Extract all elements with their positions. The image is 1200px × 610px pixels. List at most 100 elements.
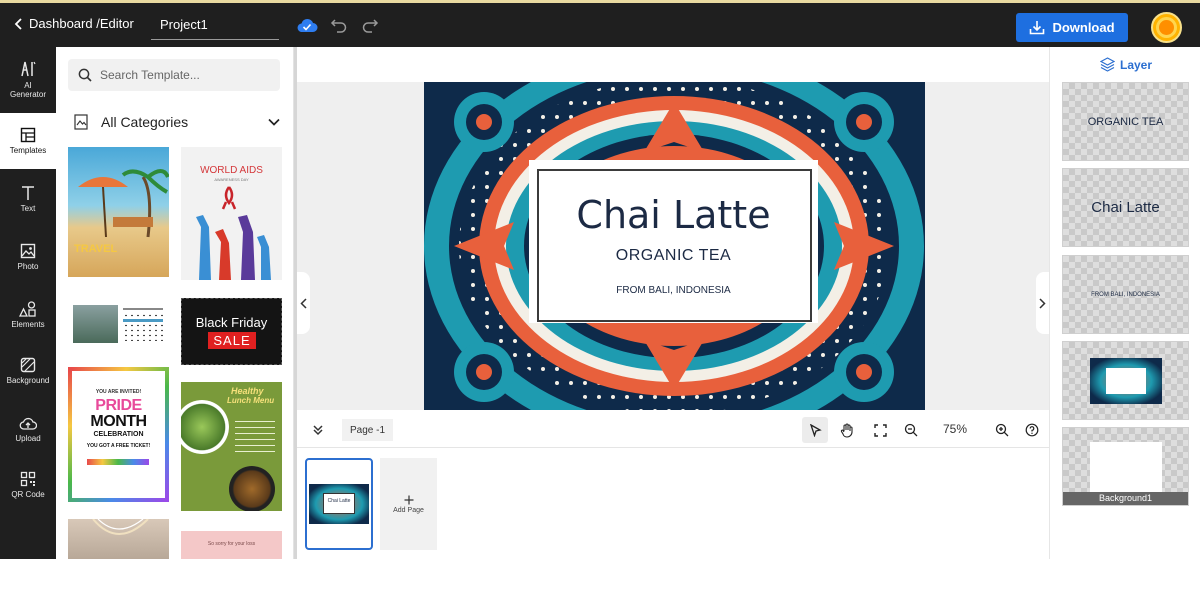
layer-pattern-preview xyxy=(1089,357,1162,404)
page-thumbnail-title: Chai Latte xyxy=(323,493,355,514)
layer-chai-latte[interactable]: Chai Latte xyxy=(1062,168,1189,247)
layer-from-bali[interactable]: FROM BALI, INDONESIA xyxy=(1062,255,1189,334)
undo-icon[interactable] xyxy=(330,17,348,38)
layer-pattern-image[interactable] xyxy=(1062,341,1189,420)
template-black-friday[interactable]: Black Friday SALE xyxy=(181,298,282,365)
layers-header: Layer xyxy=(1120,57,1153,72)
category-dropdown[interactable]: All Categories xyxy=(74,111,280,133)
design-title[interactable]: Chai Latte xyxy=(529,193,818,237)
ai-generator-icon xyxy=(21,61,36,76)
template-title: So sorry for your loss xyxy=(207,541,256,547)
back-to-dashboard-link[interactable]: Dashboard /Editor xyxy=(14,16,134,31)
canvas-toolbar: Page -1 75% xyxy=(297,410,1049,448)
layer-label: Chai Latte xyxy=(1091,199,1160,216)
page-indicator[interactable]: Page -1 xyxy=(342,419,394,441)
design-subtitle[interactable]: ORGANIC TEA xyxy=(529,247,818,265)
nav-label: Elements xyxy=(11,320,45,329)
design-label-box[interactable]: Chai Latte ORGANIC TEA FROM BALI, INDONE… xyxy=(529,160,818,323)
elements-icon xyxy=(19,301,36,317)
collapse-pages-button[interactable] xyxy=(305,417,331,443)
download-button[interactable]: Download xyxy=(1016,13,1128,42)
page-footer-area xyxy=(0,559,1200,610)
chevron-left-icon xyxy=(14,17,22,30)
calendar-photo xyxy=(73,305,118,343)
zoom-in-icon xyxy=(995,423,1009,437)
template-search[interactable] xyxy=(68,59,280,91)
template-search-input[interactable] xyxy=(100,68,270,82)
cloud-saved-icon[interactable] xyxy=(296,17,318,38)
nav-label: Generator xyxy=(9,89,47,99)
calendar-highlight xyxy=(123,319,163,322)
hand-icon xyxy=(840,422,853,438)
chevron-down-icon xyxy=(268,118,280,126)
page-thumbnail-preview: Chai Latte xyxy=(309,484,369,524)
layer-background-preview xyxy=(1090,442,1162,492)
template-lunch-menu[interactable]: Healthy Lunch Menu xyxy=(181,382,282,511)
nav-photo[interactable]: Photo xyxy=(0,229,56,285)
hands-illustration xyxy=(196,186,271,280)
user-avatar[interactable] xyxy=(1151,12,1182,43)
menu-lines xyxy=(235,416,275,456)
canvas-top-strip xyxy=(297,47,1049,82)
layer-label: Background1 xyxy=(1063,492,1188,505)
category-label: All Categories xyxy=(101,114,189,130)
nav-background[interactable]: Background xyxy=(0,343,56,399)
layers-icon xyxy=(1100,57,1115,72)
search-icon xyxy=(78,68,92,82)
template-line: YOU GOT A FREE TICKET! xyxy=(86,443,151,449)
travel-illustration xyxy=(78,169,169,238)
chevron-left-icon xyxy=(300,297,307,309)
qr-code-icon xyxy=(20,471,36,487)
layers-panel: Layer ORGANIC TEA Chai Latte FROM BALI, … xyxy=(1049,47,1200,559)
template-title: Healthy xyxy=(231,386,264,396)
background-icon xyxy=(20,357,36,373)
design-artboard[interactable]: Chai Latte ORGANIC TEA FROM BALI, INDONE… xyxy=(424,82,925,410)
text-icon xyxy=(22,186,34,200)
collapse-right-panel-button[interactable] xyxy=(1036,272,1049,334)
template-jewelry[interactable] xyxy=(68,519,169,559)
nav-qr-code[interactable]: QR Code xyxy=(0,457,56,513)
nav-label: Text xyxy=(20,204,36,213)
template-title: TRAVEL xyxy=(74,243,118,255)
page-thumbnail[interactable]: Chai Latte xyxy=(305,458,373,550)
layers-tab[interactable]: Layer xyxy=(1100,57,1152,72)
template-line: MONTH xyxy=(90,413,147,430)
food-plate xyxy=(229,466,275,511)
layer-organic-tea[interactable]: ORGANIC TEA xyxy=(1062,82,1189,161)
template-world-aids[interactable]: WORLD AIDS AWARENESS DAY xyxy=(181,147,282,280)
nav-label: QR Code xyxy=(11,490,45,499)
nav-templates[interactable]: Templates xyxy=(0,113,56,169)
top-bar: Dashboard /Editor Project1 Download xyxy=(0,0,1200,47)
download-label: Download xyxy=(1052,20,1115,35)
template-line: CELEBRATION xyxy=(93,431,144,438)
nav-text[interactable]: Text xyxy=(0,171,56,227)
zoom-out-button[interactable] xyxy=(898,417,924,443)
plus-icon xyxy=(404,495,413,504)
template-calendar[interactable] xyxy=(68,293,169,353)
rainbow-bar xyxy=(87,459,149,465)
nav-label: AI xyxy=(24,80,32,90)
cursor-icon xyxy=(809,423,822,437)
layer-background[interactable]: Background1 xyxy=(1062,427,1189,506)
template-pride[interactable]: YOU ARE INVITED! PRIDE MONTH CELEBRATION… xyxy=(68,367,169,502)
nav-upload[interactable]: Upload xyxy=(0,401,56,457)
redo-icon[interactable] xyxy=(361,17,379,38)
fit-screen-button[interactable] xyxy=(867,417,893,443)
nav-ai-generator[interactable]: AI Generator xyxy=(0,51,56,107)
project-name-input[interactable]: Project1 xyxy=(151,12,279,40)
layer-pattern-box xyxy=(1105,367,1146,394)
hand-tool-button[interactable] xyxy=(834,417,860,443)
design-origin[interactable]: FROM BALI, INDONESIA xyxy=(529,285,818,296)
template-travel[interactable]: TRAVEL xyxy=(68,147,169,277)
template-condolence[interactable]: So sorry for your loss xyxy=(181,531,282,559)
nav-elements[interactable]: Elements xyxy=(0,287,56,343)
double-chevron-down-icon xyxy=(313,425,323,436)
collapse-left-panel-button[interactable] xyxy=(297,272,310,334)
fullscreen-icon xyxy=(873,423,887,437)
add-page-button[interactable]: Add Page xyxy=(380,458,437,550)
template-subtitle: SALE xyxy=(208,332,256,349)
help-button[interactable] xyxy=(1019,417,1045,443)
select-tool-button[interactable] xyxy=(802,417,828,443)
zoom-in-button[interactable] xyxy=(989,417,1015,443)
photo-icon xyxy=(20,243,36,259)
